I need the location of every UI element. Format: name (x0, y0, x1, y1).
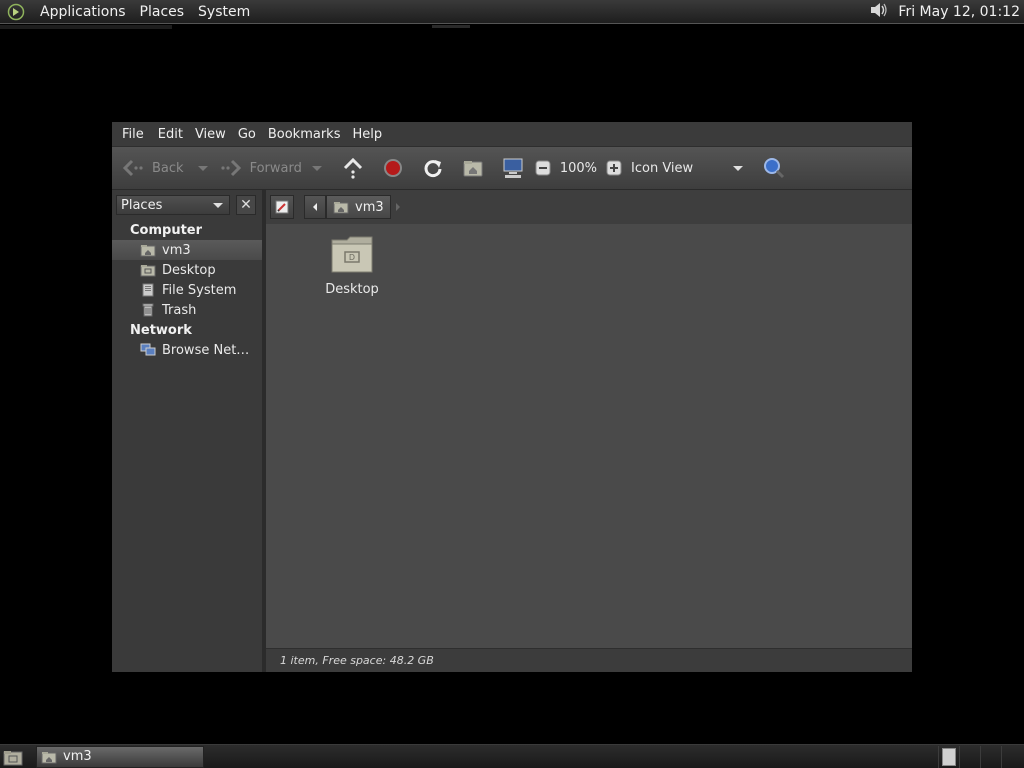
back-arrow-icon (120, 155, 146, 181)
workspace-4[interactable] (1001, 745, 1022, 768)
path-scroll-right-icon[interactable] (391, 195, 405, 219)
file-item-desktop[interactable]: D Desktop (322, 234, 382, 297)
forward-arrow-icon (218, 155, 244, 181)
main-pane: vm3 D Desktop 1 item, Free space: 48.2 G… (266, 190, 912, 672)
sidebar-item-desktop[interactable]: Desktop (112, 260, 262, 280)
zoom-out-icon[interactable] (530, 155, 556, 181)
network-icon (140, 342, 156, 358)
menu-edit[interactable]: Edit (150, 127, 189, 142)
main-menu-logo-icon[interactable] (5, 1, 27, 23)
top-panel: Applications Places System Fri May 12, 0… (0, 0, 1024, 24)
home-folder-icon[interactable] (460, 155, 486, 181)
toolbar: Back Forward 100% Icon View (112, 146, 912, 190)
svg-text:D: D (349, 253, 355, 262)
edit-pencil-icon (275, 200, 289, 214)
home-folder-icon (140, 242, 156, 258)
workspace-1[interactable] (938, 745, 959, 768)
sidebar-item-browse-network[interactable]: Browse Net… (112, 340, 262, 360)
menu-help[interactable]: Help (346, 127, 388, 142)
forward-button[interactable]: Forward (218, 147, 302, 189)
zoom-in-icon[interactable] (601, 155, 627, 181)
forward-history-chevron-down-icon[interactable] (311, 165, 322, 171)
computer-icon[interactable] (500, 155, 526, 181)
file-item-label: Desktop (325, 282, 379, 297)
applications-menu[interactable]: Applications (33, 4, 133, 20)
panel-shadow-2 (432, 25, 470, 28)
sidebar-header: Places ✕ (112, 190, 262, 220)
trash-icon (140, 302, 156, 318)
breadcrumb-vm3[interactable]: vm3 (326, 195, 391, 219)
chevron-left-icon (313, 203, 317, 211)
sidebar-item-label: File System (162, 282, 237, 298)
volume-icon[interactable] (868, 0, 890, 24)
workspace-2[interactable] (959, 745, 980, 768)
edit-location-button[interactable] (270, 195, 294, 219)
sidebar-item-label: Desktop (162, 262, 216, 278)
menu-file[interactable]: File (116, 127, 150, 142)
sidebar-item-label: vm3 (162, 242, 191, 258)
menu-bookmarks[interactable]: Bookmarks (262, 127, 347, 142)
sidebar-selector-label: Places (121, 197, 163, 213)
view-mode-chevron-down-icon (733, 165, 744, 171)
menu-view[interactable]: View (189, 127, 232, 142)
file-icon-view[interactable]: D Desktop (266, 224, 912, 644)
zoom-level[interactable]: 100% (560, 161, 597, 176)
up-arrow-icon[interactable] (340, 155, 366, 181)
back-button[interactable]: Back (120, 147, 184, 189)
reload-icon[interactable] (420, 155, 446, 181)
sidebar: Places ✕ Computer vm3 Desktop File Syste… (112, 190, 263, 672)
show-desktop-icon[interactable] (2, 746, 24, 768)
view-mode-label: Icon View (631, 160, 694, 176)
menu-go[interactable]: Go (232, 127, 262, 142)
drive-icon (140, 282, 156, 298)
home-folder-icon (41, 751, 57, 763)
sidebar-group-computer: Computer (130, 222, 203, 238)
sidebar-item-file-system[interactable]: File System (112, 280, 262, 300)
forward-label: Forward (249, 160, 302, 176)
back-history-chevron-down-icon[interactable] (197, 165, 208, 171)
sidebar-item-label: Browse Net… (162, 342, 250, 358)
sidebar-item-label: Trash (162, 302, 197, 318)
taskbar-window-vm3[interactable]: vm3 (36, 745, 204, 768)
sidebar-selector[interactable]: Places (116, 195, 230, 215)
desktop-folder-icon (140, 262, 156, 278)
pathbar: vm3 (266, 190, 912, 224)
status-bar: 1 item, Free space: 48.2 GB (266, 648, 912, 672)
taskbar-window-label: vm3 (63, 749, 92, 764)
bottom-panel: vm3 (0, 744, 1024, 768)
places-menu[interactable]: Places (133, 4, 192, 20)
file-manager-window: File Edit View Go Bookmarks Help Back Fo… (112, 122, 912, 672)
home-folder-icon (333, 202, 349, 214)
breadcrumb-label: vm3 (355, 199, 384, 215)
workspace-3[interactable] (980, 745, 1001, 768)
desktop-folder-icon: D (322, 234, 382, 280)
content-area: Places ✕ Computer vm3 Desktop File Syste… (112, 190, 912, 672)
clock[interactable]: Fri May 12, 01:12 (898, 4, 1020, 20)
sidebar-group-network: Network (130, 322, 192, 338)
workspace-switcher (938, 745, 1022, 768)
sidebar-close-icon[interactable]: ✕ (236, 195, 256, 215)
search-icon[interactable] (761, 155, 787, 181)
sidebar-item-vm3[interactable]: vm3 (112, 240, 262, 260)
path-scroll-left-button[interactable] (304, 195, 326, 219)
view-mode-select[interactable]: Icon View (631, 147, 749, 189)
panel-shadow (0, 25, 172, 29)
stop-icon[interactable] (380, 155, 406, 181)
system-menu[interactable]: System (191, 4, 257, 20)
sidebar-chevron-down-icon (213, 202, 223, 208)
menubar: File Edit View Go Bookmarks Help (112, 122, 912, 146)
back-label: Back (152, 160, 184, 176)
sidebar-item-trash[interactable]: Trash (112, 300, 262, 320)
